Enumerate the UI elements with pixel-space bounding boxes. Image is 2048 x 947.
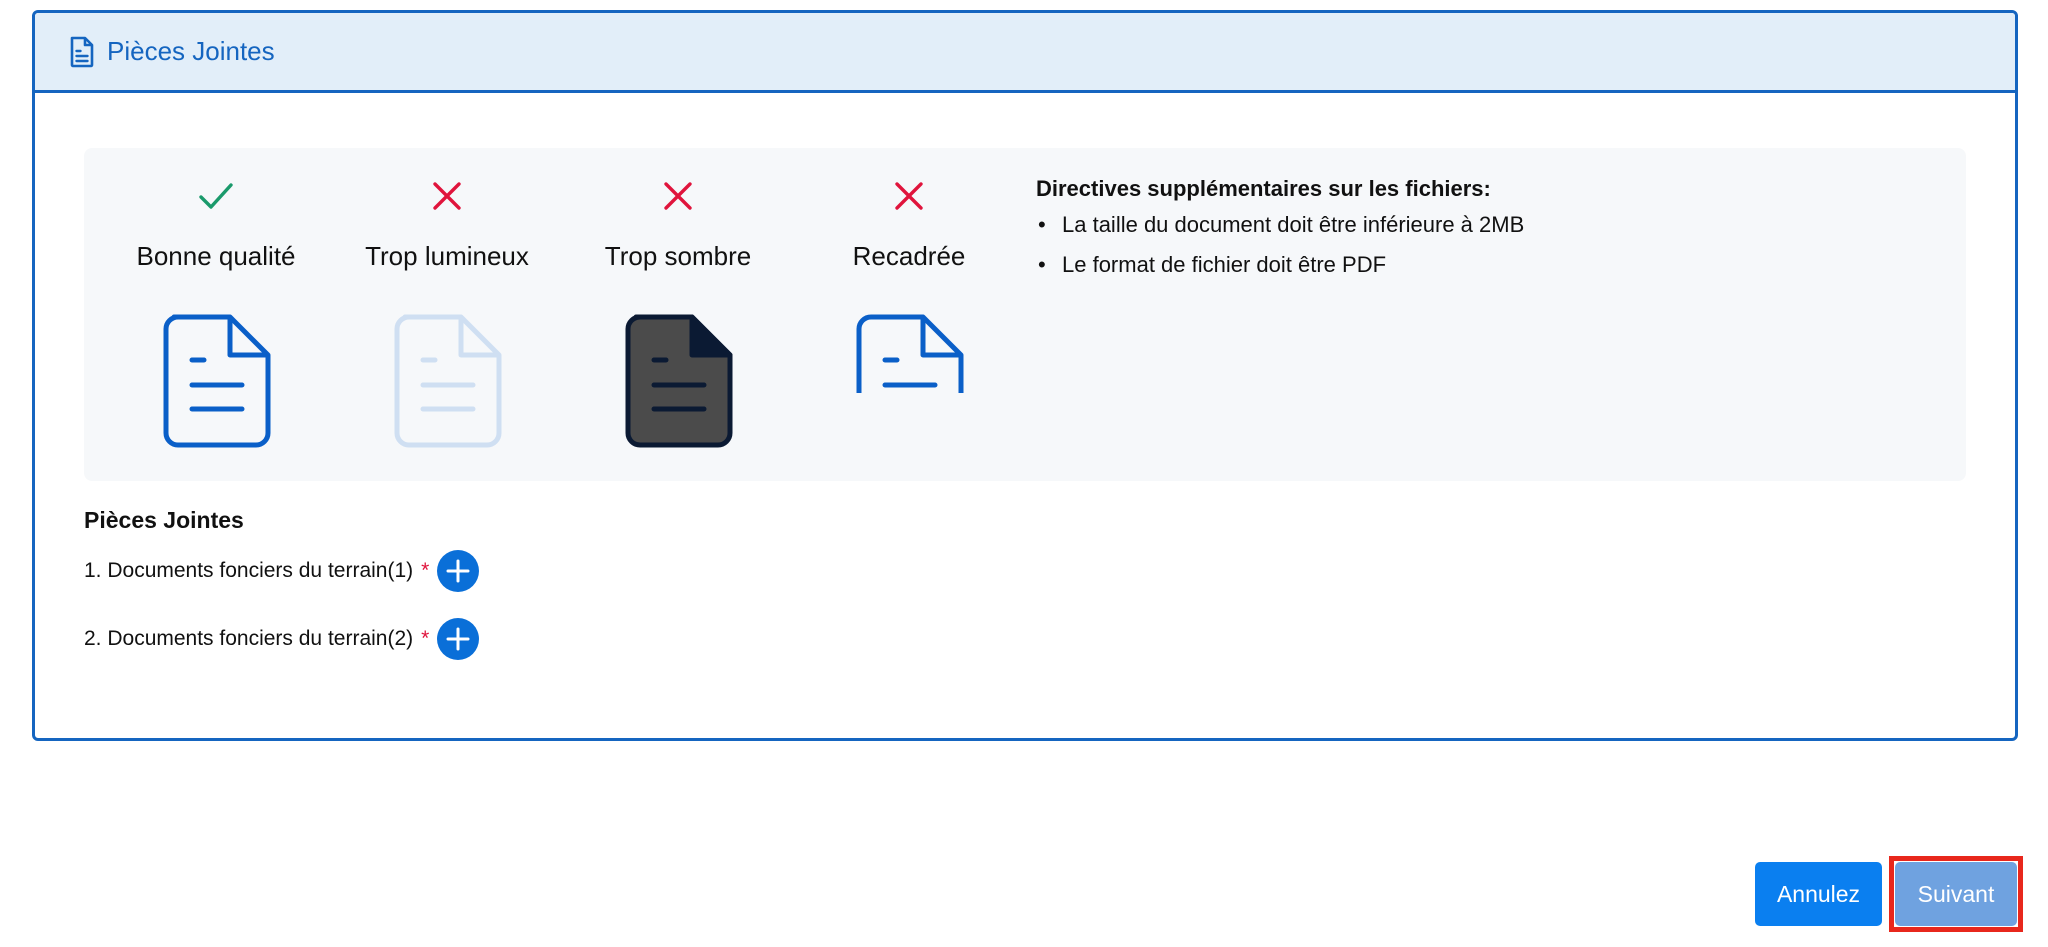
document-bright-icon <box>394 314 502 448</box>
required-marker: * <box>421 559 430 582</box>
document-icon <box>69 36 95 68</box>
document-cropped-icon <box>856 314 964 393</box>
directive-item: Le format de fichier doit être PDF <box>1036 252 1524 278</box>
plus-icon <box>446 627 470 651</box>
required-marker: * <box>421 627 430 650</box>
quality-label: Trop lumineux <box>365 241 529 271</box>
cross-icon <box>433 182 461 210</box>
document-dark-icon <box>625 314 733 448</box>
directives-list: La taille du document doit être inférieu… <box>1036 212 1524 278</box>
quality-label: Recadrée <box>852 241 966 271</box>
panel-title: Pièces Jointes <box>107 36 275 66</box>
quality-label: Bonne qualité <box>136 241 296 271</box>
cancel-button[interactable]: Annulez <box>1755 862 1882 926</box>
next-button[interactable]: Suivant <box>1895 862 2017 926</box>
add-attachment-button[interactable] <box>437 618 480 660</box>
directives-title: Directives supplémentaires sur les fichi… <box>1036 176 1491 201</box>
cross-icon <box>664 182 692 210</box>
attachments-title: Pièces Jointes <box>84 507 244 533</box>
attachment-label: 1. Documents fonciers du terrain(1) <box>84 559 414 582</box>
quality-guide: Bonne qualité Trop lumineux Trop sombre … <box>84 148 1966 481</box>
attachment-row: 1. Documents fonciers du terrain(1) * <box>84 550 480 592</box>
panel-header: Pièces Jointes <box>35 13 2015 93</box>
file-directives: Directives supplémentaires sur les fichi… <box>1036 176 1524 292</box>
attachment-label: 2. Documents fonciers du terrain(2) <box>84 627 414 650</box>
directive-item: La taille du document doit être inférieu… <box>1036 212 1524 238</box>
quality-label: Trop sombre <box>604 241 752 271</box>
attachments-panel: Pièces Jointes Bonne qualité Trop lumine <box>32 10 2018 741</box>
plus-icon <box>446 559 470 583</box>
document-good-icon <box>163 314 271 448</box>
check-icon <box>199 183 233 209</box>
attachment-row: 2. Documents fonciers du terrain(2) * <box>84 618 480 660</box>
cross-icon <box>895 182 923 210</box>
add-attachment-button[interactable] <box>437 550 480 592</box>
